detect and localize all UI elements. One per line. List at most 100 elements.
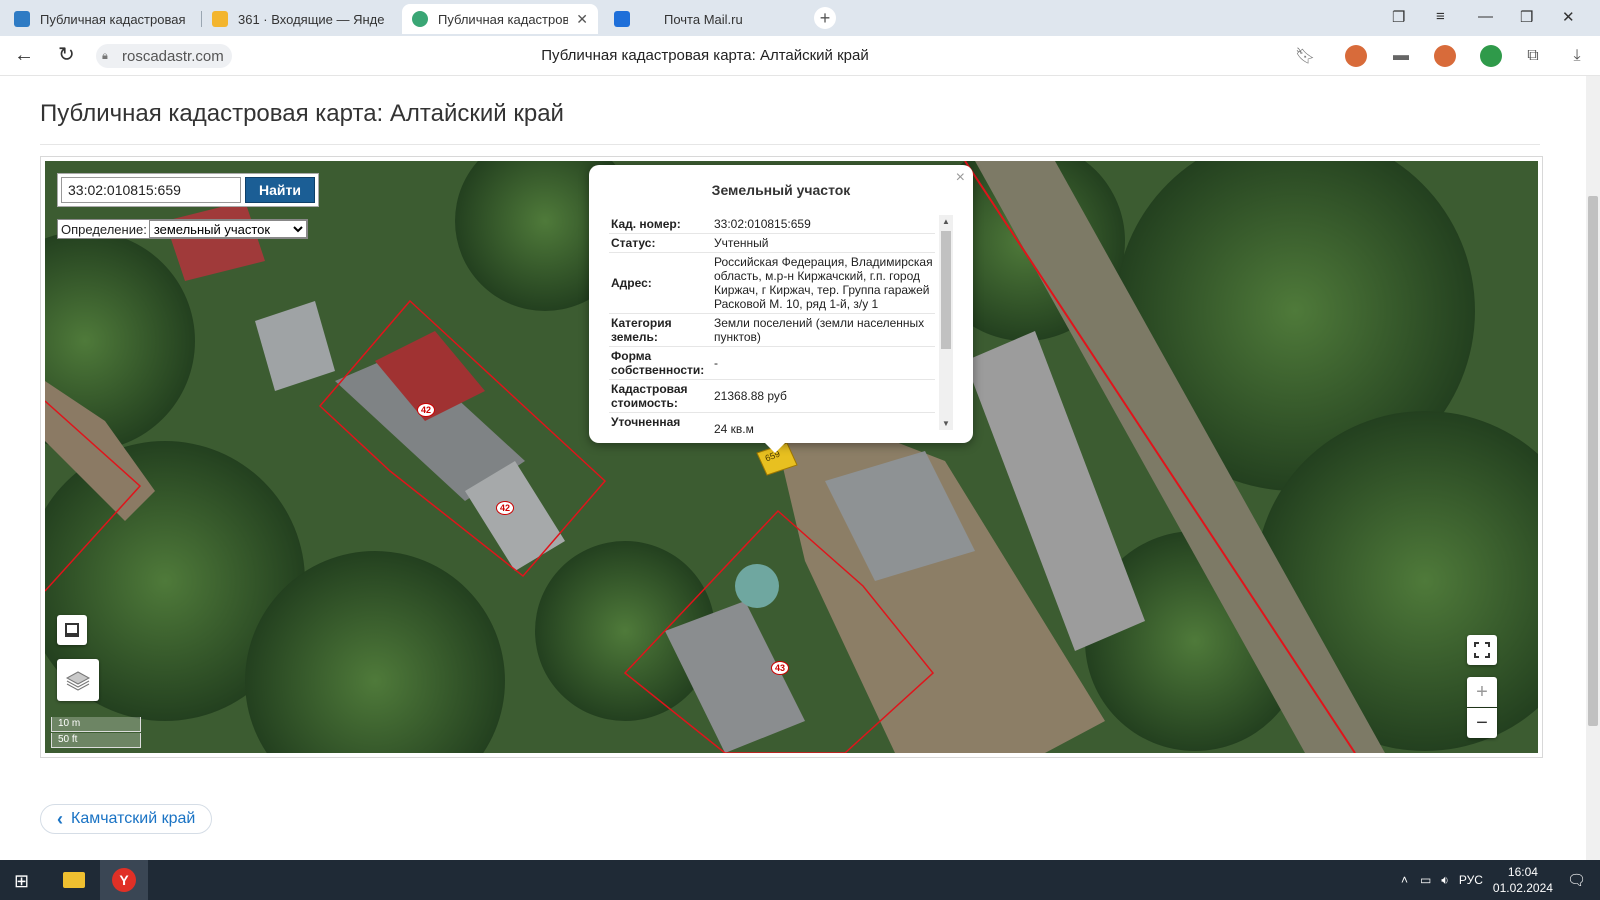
parcel-label[interactable]: 42 — [417, 403, 435, 417]
yandex-mail-icon — [212, 11, 228, 27]
table-row: Кадастровая стоимость: 21368.88 руб — [609, 379, 935, 413]
info-value: - — [712, 346, 935, 380]
definition-row: Определение: земельный участок — [57, 219, 308, 239]
scale-metric: 10 m — [51, 717, 141, 732]
tab-cadastral-1[interactable]: Публичная кадастровая к — [4, 4, 196, 34]
info-value: 21368.88 руб — [712, 379, 935, 413]
definition-select[interactable]: земельный участок — [148, 220, 307, 238]
restore-icon[interactable]: ❒ — [1520, 8, 1533, 26]
info-key: Уточненная площадь: — [609, 412, 712, 433]
parcel-label[interactable]: 42 — [496, 501, 514, 515]
scroll-up-icon[interactable]: ▲ — [942, 217, 950, 226]
table-row: Статус: Учтенный — [609, 233, 935, 253]
info-key: Форма собственности: — [609, 346, 712, 380]
time: 16:04 — [1507, 865, 1538, 879]
chevron-left-icon: ‹ — [57, 808, 63, 829]
minimize-icon[interactable]: — — [1478, 8, 1493, 25]
popup-scrollbar[interactable]: ▲ ▼ — [939, 215, 953, 430]
mailru-icon — [614, 11, 630, 27]
language-indicator[interactable]: РУС — [1459, 873, 1483, 887]
popup-body[interactable]: Кад. номер: 33:02:010815:659 Статус: Учтен… — [609, 215, 935, 433]
date: 01.02.2024 — [1492, 881, 1553, 895]
taskbar-yandex-browser[interactable]: Y — [100, 860, 148, 900]
rosreestr-icon — [14, 11, 30, 27]
tab-mailru[interactable]: Почта Mail.ru — [604, 4, 796, 34]
notification-icon[interactable]: 🗨︎ — [1567, 871, 1586, 889]
find-button[interactable]: Найти — [245, 177, 315, 203]
tab-cadastral-active[interactable]: Публичная кадастрова ✕ — [402, 4, 598, 34]
extension-avatar-icon[interactable] — [1434, 45, 1456, 67]
popup-title: Земельный участок — [711, 182, 851, 198]
prev-region-label: Камчатский край — [71, 810, 196, 827]
windows-start-icon[interactable]: ⊞ — [14, 871, 29, 892]
yandex-browser-icon: Y — [112, 868, 136, 892]
clock[interactable]: 16:04 01.02.2024 — [1493, 864, 1553, 896]
folder-icon — [63, 872, 85, 888]
table-row: Уточненная площадь:24 кв.м — [609, 412, 935, 433]
info-key: Кад. номер: — [609, 215, 712, 234]
tab-strip: Публичная кадастровая к 361 · Входящие —… — [0, 0, 1600, 36]
plus-icon: + — [1476, 680, 1488, 703]
parcel-label[interactable]: 43 — [771, 661, 789, 675]
info-value: Земли поселений (земли населенных пункто… — [712, 313, 935, 347]
extension-shield-icon[interactable]: ▬ — [1390, 45, 1412, 67]
bookmark-icon[interactable]: 🔖︎ — [1294, 45, 1316, 67]
scale-imperial: 50 ft — [51, 733, 141, 748]
chevron-up-icon[interactable]: ˄ — [1401, 873, 1408, 887]
volume-icon[interactable]: 🔉︎ — [1441, 873, 1449, 888]
tab-title: Публичная кадастровая к — [40, 11, 186, 27]
table-row: Категория земель: Земли поселений (земли … — [609, 313, 935, 347]
taskbar-explorer[interactable] — [50, 860, 98, 900]
cadastral-number-input[interactable] — [61, 177, 241, 203]
layers-button[interactable] — [57, 659, 99, 701]
measure-button[interactable] — [57, 615, 87, 645]
zoom-out-button[interactable]: − — [1467, 708, 1497, 738]
divider — [40, 144, 1540, 145]
page-scrollbar[interactable] — [1586, 76, 1600, 860]
fullscreen-icon — [1474, 642, 1490, 658]
parcel-info-table: Кад. номер: 33:02:010815:659 Статус: Учтен… — [609, 215, 935, 433]
map-scale: 10 m 50 ft — [51, 717, 141, 749]
parcel-number: 43 — [774, 663, 785, 673]
tab-yandex-mail[interactable]: 361 · Входящие — Яндекс — [202, 4, 394, 34]
table-row: Форма собственности: - — [609, 346, 935, 380]
page-content: Публичная кадастровая карта: Алтайский к… — [0, 76, 1586, 860]
cadastral-map[interactable]: 42 42 43 659 Найти Определение: земельны… — [45, 161, 1538, 753]
tab-title: 361 · Входящие — Яндекс — [238, 11, 384, 27]
extensions-puzzle-icon[interactable]: ⧉ — [1522, 45, 1544, 67]
map-frame: 42 42 43 659 Найти Определение: земельны… — [40, 156, 1543, 758]
table-row: Адрес: Российская Федерация, Владимирская… — [609, 252, 935, 314]
scroll-thumb[interactable] — [1588, 196, 1598, 726]
info-key: Адрес: — [609, 252, 712, 314]
parcel-info-popup: × Земельный участок Кад. номер: 33:02:010… — [589, 165, 973, 453]
scroll-down-icon[interactable]: ▼ — [942, 419, 950, 428]
info-value: Российская Федерация, Владимирская облас… — [712, 252, 935, 314]
adblock-shield-icon[interactable] — [1480, 45, 1502, 67]
info-key: Кадастровая стоимость: — [609, 379, 712, 413]
parcel-number: 42 — [420, 405, 431, 415]
cadastr-icon — [412, 11, 428, 27]
close-window-icon[interactable]: ✕ — [1562, 8, 1575, 26]
zoom-in-button[interactable]: + — [1467, 677, 1497, 707]
scroll-thumb[interactable] — [941, 231, 951, 349]
menu-icon[interactable]: ≡ — [1436, 8, 1445, 25]
collections-icon[interactable]: ❐ — [1392, 8, 1405, 26]
tab-close-icon[interactable]: ✕ — [576, 11, 588, 28]
prev-region-link[interactable]: ‹ Камчатский край — [40, 804, 213, 834]
info-value: Учтенный — [712, 233, 935, 253]
download-icon[interactable]: ⤓ — [1566, 45, 1588, 67]
info-key: Статус: — [609, 233, 712, 253]
page-heading: Публичная кадастровая карта: Алтайский к… — [40, 100, 564, 127]
search-panel: Найти — [57, 173, 319, 207]
fullscreen-button[interactable] — [1467, 635, 1497, 665]
minus-icon: − — [1476, 711, 1488, 734]
info-value: 24 кв.м — [712, 412, 935, 433]
network-icon[interactable]: ▭ — [1420, 873, 1431, 887]
page-title-bar: Публичная кадастровая карта: Алтайский к… — [541, 47, 869, 64]
info-key: Категория земель: — [609, 313, 712, 347]
layers-icon — [65, 671, 91, 691]
new-tab-button[interactable]: + — [814, 7, 836, 29]
tab-title: Публичная кадастрова — [438, 11, 569, 27]
info-value: 33:02:010815:659 — [712, 215, 935, 234]
extension-avatar-icon[interactable] — [1345, 45, 1367, 67]
